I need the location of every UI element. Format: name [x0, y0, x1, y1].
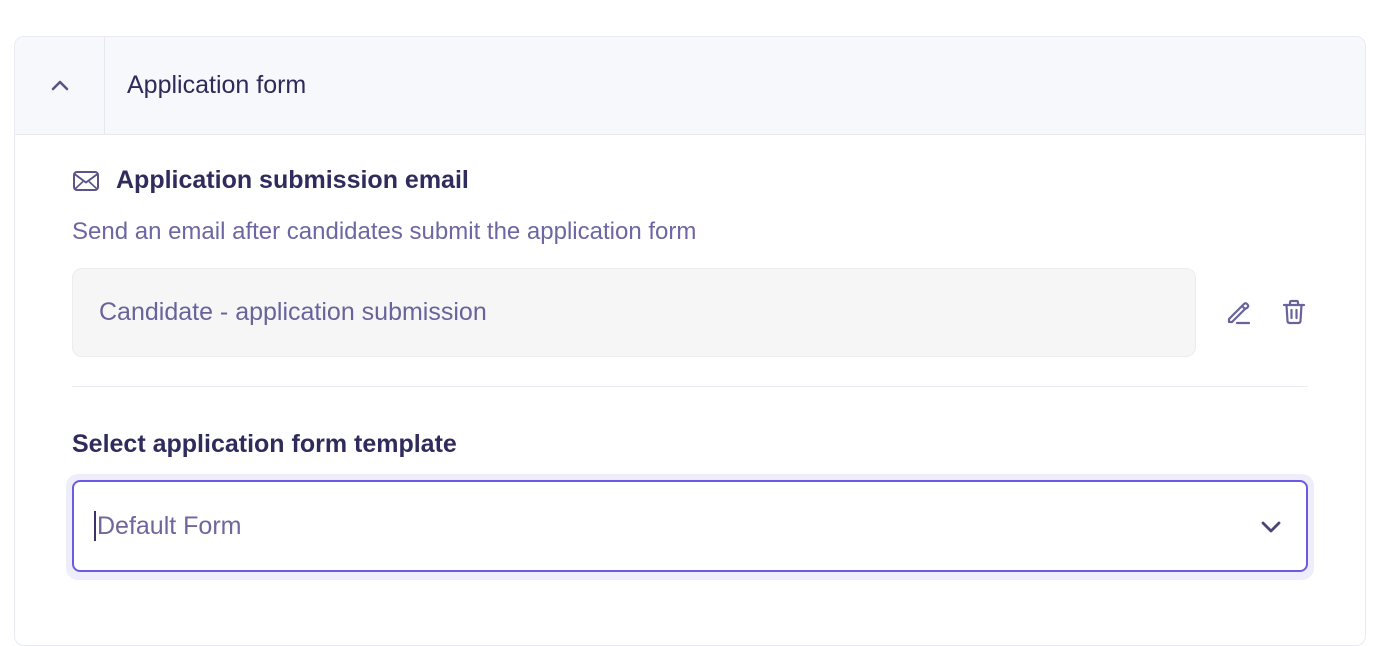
panel-header[interactable]: Application form: [15, 37, 1365, 135]
pencil-icon: [1227, 302, 1251, 325]
email-section-heading: Application submission email: [72, 166, 469, 195]
form-template-value: Default Form: [97, 511, 242, 540]
chevron-down-icon: [1261, 521, 1281, 533]
chevron-up-icon: [51, 80, 68, 90]
email-section-title: Application submission email: [116, 166, 469, 194]
mail-icon: [73, 170, 99, 191]
email-template-name: Candidate - application submission: [99, 298, 487, 326]
edit-email-button[interactable]: [1220, 294, 1256, 330]
delete-email-button[interactable]: [1276, 294, 1312, 330]
collapse-button[interactable]: [15, 37, 105, 134]
text-cursor: [94, 511, 96, 541]
form-template-select[interactable]: Default Form: [72, 480, 1308, 572]
email-section-description: Send an email after candidates submit th…: [72, 218, 697, 245]
form-template-label: Select application form template: [72, 430, 457, 458]
section-divider: [72, 386, 1308, 387]
panel-title: Application form: [127, 71, 307, 99]
email-template-chip[interactable]: Candidate - application submission: [72, 268, 1196, 357]
dropdown-toggle[interactable]: [1256, 512, 1286, 542]
trash-icon: [1282, 299, 1306, 325]
